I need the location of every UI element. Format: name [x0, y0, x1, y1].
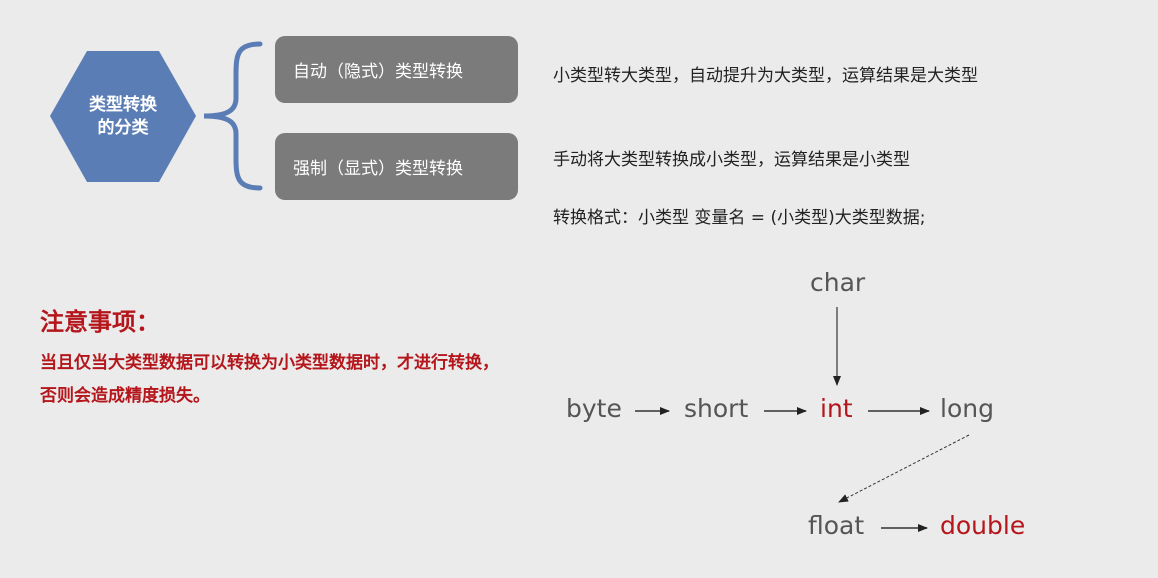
type-long: long: [940, 394, 994, 423]
type-float: float: [808, 511, 865, 540]
arrow-long-to-float: [838, 434, 970, 503]
type-char: char: [810, 268, 866, 297]
type-double: double: [940, 511, 1026, 540]
type-byte: byte: [566, 394, 622, 423]
type-int: int: [820, 394, 853, 423]
conversion-arrows: [635, 307, 970, 532]
type-short: short: [684, 394, 749, 423]
